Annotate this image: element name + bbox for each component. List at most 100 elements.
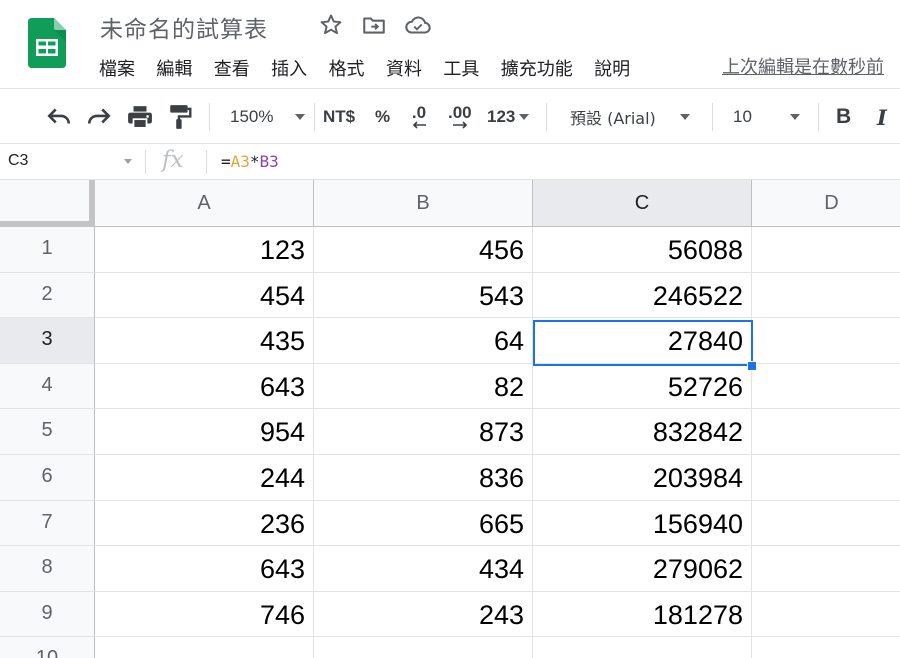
cell-a5[interactable]: 954 <box>95 409 314 455</box>
cell-b4[interactable]: 82 <box>314 363 533 410</box>
menu-file[interactable]: 檔案 <box>99 55 135 81</box>
cell-a1[interactable]: 123 <box>95 227 314 273</box>
cell-c7[interactable]: 156940 <box>533 500 752 547</box>
cell-c10[interactable] <box>533 637 752 658</box>
more-formats-button[interactable]: 123 <box>487 89 530 145</box>
cell-d9[interactable] <box>752 592 900 638</box>
menu-view[interactable]: 查看 <box>214 55 250 81</box>
spreadsheet-window: 未命名的試算表 檔案 編輯 查看 插入 格式 資料 工具 擴充功能 說明 上次編… <box>0 0 900 658</box>
cell-c5[interactable]: 832842 <box>533 409 752 455</box>
last-edit-link[interactable]: 上次編輯是在數秒前 <box>722 53 884 79</box>
sheets-logo-icon[interactable] <box>28 18 66 68</box>
row-header-1[interactable]: 1 <box>0 227 95 273</box>
name-box-value: C3 <box>8 152 29 169</box>
menu-help[interactable]: 說明 <box>594 55 630 81</box>
cell-a9[interactable]: 746 <box>95 591 314 638</box>
row-header-10[interactable]: 10 <box>0 637 95 658</box>
cell-d2[interactable] <box>752 273 900 319</box>
increase-decimal-label: .00 <box>448 103 472 122</box>
cell-b1[interactable]: 456 <box>314 227 533 273</box>
menu-extensions[interactable]: 擴充功能 <box>501 55 573 81</box>
cell-c2[interactable]: 246522 <box>533 272 752 319</box>
cell-d8[interactable] <box>752 546 900 592</box>
print-icon[interactable] <box>127 89 153 145</box>
fill-handle[interactable] <box>747 361 757 371</box>
toolbar-divider <box>209 103 210 131</box>
percent-format-button[interactable]: % <box>375 89 390 145</box>
row-header-6[interactable]: 6 <box>0 455 95 501</box>
cell-b5[interactable]: 873 <box>314 409 533 455</box>
cell-c6[interactable]: 203984 <box>533 455 752 501</box>
undo-icon[interactable] <box>46 89 72 145</box>
cell-c1[interactable]: 56088 <box>533 227 752 273</box>
column-header-c[interactable]: C <box>533 180 752 227</box>
chevron-down-icon[interactable] <box>124 159 132 164</box>
menu-tools[interactable]: 工具 <box>443 55 479 81</box>
spreadsheet-grid: A B C D 1 123 456 56088 2 454 543 246522 3 435 64 27840… <box>0 180 900 658</box>
cell-b10[interactable] <box>314 637 533 658</box>
move-to-folder-icon[interactable] <box>361 12 387 38</box>
cell-c4[interactable]: 52726 <box>533 363 752 410</box>
column-header-a[interactable]: A <box>95 180 314 227</box>
redo-icon[interactable] <box>86 89 112 145</box>
row-header-2[interactable]: 2 <box>0 272 95 319</box>
cell-d1[interactable] <box>752 227 900 273</box>
chevron-down-icon <box>295 114 306 120</box>
cell-d4[interactable] <box>752 364 900 410</box>
row-header-5[interactable]: 5 <box>0 409 95 455</box>
row-header-9[interactable]: 9 <box>0 591 95 638</box>
row-header-8[interactable]: 8 <box>0 546 95 592</box>
paint-format-icon[interactable] <box>168 89 192 145</box>
currency-label: NT$ <box>323 107 356 126</box>
cell-a4[interactable]: 643 <box>95 363 314 410</box>
cell-d3[interactable] <box>752 318 900 364</box>
column-header-b[interactable]: B <box>314 180 533 227</box>
cell-c8[interactable]: 279062 <box>533 546 752 592</box>
column-header-d[interactable]: D <box>752 180 900 227</box>
select-all-corner[interactable] <box>0 180 95 227</box>
cell-b2[interactable]: 543 <box>314 272 533 319</box>
cell-a8[interactable]: 643 <box>95 546 314 592</box>
cell-c9[interactable]: 181278 <box>533 591 752 638</box>
cell-b9[interactable]: 243 <box>314 591 533 638</box>
cell-b3[interactable]: 64 <box>314 318 533 364</box>
bold-button[interactable]: B <box>836 89 851 145</box>
cell-a10[interactable] <box>95 637 314 658</box>
menu-edit[interactable]: 編輯 <box>156 55 192 81</box>
font-family-value: 預設 (Arial) <box>570 109 656 128</box>
cell-d5[interactable] <box>752 409 900 455</box>
cell-b7[interactable]: 665 <box>314 500 533 547</box>
font-size-select[interactable]: 10 <box>733 89 800 145</box>
document-title[interactable]: 未命名的試算表 <box>100 10 268 44</box>
row-header-3[interactable]: 3 <box>0 318 95 364</box>
cell-d6[interactable] <box>752 455 900 501</box>
cell-a2[interactable]: 454 <box>95 272 314 319</box>
decrease-decimal-button[interactable]: .0 <box>410 89 428 145</box>
star-icon[interactable] <box>318 12 344 38</box>
toolbar-divider <box>314 103 315 131</box>
cell-d7[interactable] <box>752 501 900 547</box>
cell-d10[interactable] <box>752 637 900 658</box>
cell-c3[interactable]: 27840 <box>533 318 752 364</box>
formula-bar: C3 fx =A3*B3 <box>0 144 900 180</box>
menu-data[interactable]: 資料 <box>386 55 422 81</box>
increase-decimal-button[interactable]: .00 <box>448 89 472 145</box>
cell-a6[interactable]: 244 <box>95 455 314 501</box>
cell-b8[interactable]: 434 <box>314 546 533 592</box>
menu-format[interactable]: 格式 <box>329 55 365 81</box>
zoom-select[interactable]: 150% <box>230 89 306 145</box>
font-family-select[interactable]: 預設 (Arial) <box>570 89 690 145</box>
row-header-7[interactable]: 7 <box>0 500 95 547</box>
row-header-4[interactable]: 4 <box>0 363 95 410</box>
cloud-saved-icon[interactable] <box>404 12 431 38</box>
italic-button[interactable]: I <box>877 89 887 145</box>
formula-divider <box>145 150 146 174</box>
cell-a7[interactable]: 236 <box>95 500 314 547</box>
cell-b6[interactable]: 836 <box>314 455 533 501</box>
menu-insert[interactable]: 插入 <box>271 55 307 81</box>
name-box[interactable]: C3 <box>8 152 28 170</box>
cell-a3[interactable]: 435 <box>95 318 314 364</box>
currency-format-button[interactable]: NT$ <box>323 89 355 145</box>
toolbar: 150% NT$ % .0 .00 123 預設 (Arial) 10 B I <box>0 88 900 144</box>
formula-input[interactable]: =A3*B3 <box>221 152 279 171</box>
